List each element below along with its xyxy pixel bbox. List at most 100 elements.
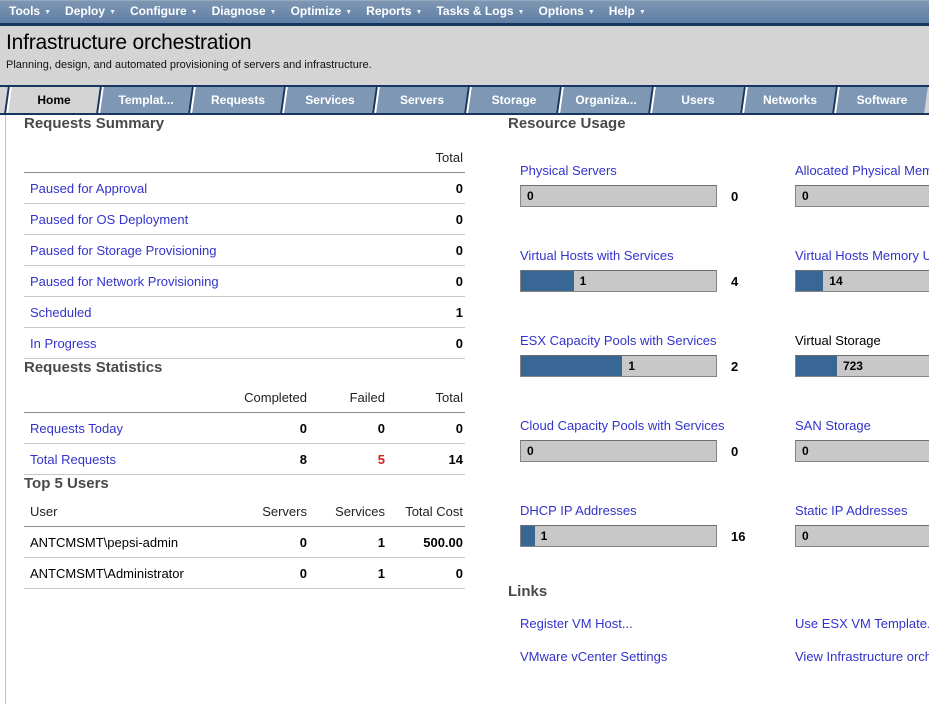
usage-bar: 0 xyxy=(795,185,929,207)
usage-bar: 1 xyxy=(520,525,717,547)
usage-bar: 723 xyxy=(795,355,929,377)
summary-value: 0 xyxy=(387,173,465,204)
resource-item-dhcp-ip: DHCP IP Addresses 1 16 xyxy=(508,502,783,547)
link-paused-for-os-deployment[interactable]: Paused for OS Deployment xyxy=(30,212,188,227)
menu-tools[interactable]: Tools▼ xyxy=(9,0,51,24)
summary-value: 0 xyxy=(387,266,465,297)
link-paused-for-approval[interactable]: Paused for Approval xyxy=(30,181,147,196)
tab-services[interactable]: Services xyxy=(282,87,376,113)
usage-bar-value: 0 xyxy=(802,529,809,543)
menu-reports[interactable]: Reports▼ xyxy=(366,0,422,24)
link-vmware-vcenter-settings[interactable]: VMware vCenter Settings xyxy=(520,649,783,664)
resource-item-san-storage: SAN Storage 0 xyxy=(783,417,929,462)
user-value: 1 xyxy=(309,558,387,589)
link-use-esx-vm-template[interactable]: Use ESX VM Template... xyxy=(795,616,929,631)
usage-bar-value: 723 xyxy=(843,359,863,373)
chevron-down-icon: ▼ xyxy=(191,9,198,16)
menu-diagnose[interactable]: Diagnose▼ xyxy=(212,0,277,24)
usage-bar-value: 14 xyxy=(829,274,842,288)
menu-options[interactable]: Options▼ xyxy=(539,0,595,24)
tab-software[interactable]: Software xyxy=(834,87,928,113)
user-value: 500.00 xyxy=(387,527,465,558)
chevron-down-icon: ▼ xyxy=(109,9,116,16)
link-in-progress[interactable]: In Progress xyxy=(30,336,96,351)
tab-bar: Home Templat... Requests Services Server… xyxy=(0,85,929,115)
table-row: In Progress 0 xyxy=(24,328,465,359)
user-value: 0 xyxy=(387,558,465,589)
usage-bar-fill xyxy=(521,356,622,376)
resource-item-allocated-physical-memory: Allocated Physical Memory 0 xyxy=(783,162,929,207)
users-user-header: User xyxy=(24,504,229,527)
link-requests-today[interactable]: Requests Today xyxy=(30,421,123,436)
link-esx-capacity-pools[interactable]: ESX Capacity Pools with Services xyxy=(520,333,717,348)
chevron-down-icon: ▼ xyxy=(416,9,423,16)
resource-item-physical-servers: Physical Servers 0 0 xyxy=(508,162,783,207)
table-row: ANTCMSMT\Administrator 0 1 0 xyxy=(24,558,465,589)
link-view-infrastructure-orchestration[interactable]: View Infrastructure orchestration xyxy=(795,649,929,664)
link-static-ip-addresses[interactable]: Static IP Addresses xyxy=(795,503,908,518)
link-cloud-capacity-pools[interactable]: Cloud Capacity Pools with Services xyxy=(520,418,724,433)
usage-bar: 14 xyxy=(795,270,929,292)
tab-networks[interactable]: Networks xyxy=(742,87,836,113)
label-virtual-storage: Virtual Storage xyxy=(795,333,881,348)
link-virtual-hosts-with-services[interactable]: Virtual Hosts with Services xyxy=(520,248,674,263)
left-column: Requests Summary Total Paused for Approv… xyxy=(24,115,465,589)
menu-help[interactable]: Help▼ xyxy=(609,0,646,24)
link-dhcp-ip-addresses[interactable]: DHCP IP Addresses xyxy=(520,503,637,518)
tab-organizations[interactable]: Organiza... xyxy=(558,87,652,113)
links-heading: Links xyxy=(508,583,929,600)
page-header: Infrastructure orchestration Planning, d… xyxy=(0,26,929,85)
usage-total-value: 2 xyxy=(731,359,738,374)
usage-bar-fill xyxy=(796,271,823,291)
link-total-requests[interactable]: Total Requests xyxy=(30,452,116,467)
user-name: ANTCMSMT\pepsi-admin xyxy=(24,527,229,558)
resource-item-static-ip: Static IP Addresses 0 xyxy=(783,502,929,547)
requests-summary-heading: Requests Summary xyxy=(24,115,465,132)
usage-bar-value: 0 xyxy=(802,189,809,203)
stats-value: 0 xyxy=(309,413,387,444)
top-users-table: User Servers Services Total Cost ANTCMSM… xyxy=(24,504,465,589)
table-row: Paused for Network Provisioning 0 xyxy=(24,266,465,297)
link-san-storage[interactable]: SAN Storage xyxy=(795,418,871,433)
link-physical-servers[interactable]: Physical Servers xyxy=(520,163,617,178)
resource-item-virtual-storage: Virtual Storage 723 xyxy=(783,332,929,377)
user-value: 0 xyxy=(229,558,309,589)
right-column: Resource Usage Physical Servers 0 0 Allo… xyxy=(508,115,929,664)
menu-optimize[interactable]: Optimize▼ xyxy=(291,0,353,24)
link-allocated-physical-memory[interactable]: Allocated Physical Memory xyxy=(795,163,929,178)
link-paused-for-storage-provisioning[interactable]: Paused for Storage Provisioning xyxy=(30,243,216,258)
resource-item-esx-capacity-pools: ESX Capacity Pools with Services 1 2 xyxy=(508,332,783,377)
link-paused-for-network-provisioning[interactable]: Paused for Network Provisioning xyxy=(30,274,219,289)
tab-templates[interactable]: Templat... xyxy=(98,87,192,113)
chevron-down-icon: ▼ xyxy=(518,9,525,16)
table-row: Scheduled 1 xyxy=(24,297,465,328)
stats-failed-value: 5 xyxy=(309,444,387,475)
menu-tasks-logs[interactable]: Tasks & Logs▼ xyxy=(436,0,524,24)
stats-value: 14 xyxy=(387,444,465,475)
tab-home[interactable]: Home xyxy=(6,87,100,113)
content-left-border xyxy=(5,115,6,704)
tab-requests[interactable]: Requests xyxy=(190,87,284,113)
resource-item-cloud-capacity-pools: Cloud Capacity Pools with Services 0 0 xyxy=(508,417,783,462)
table-row: Paused for Approval 0 xyxy=(24,173,465,204)
summary-empty-header xyxy=(24,150,387,173)
table-row: Paused for OS Deployment 0 xyxy=(24,204,465,235)
users-servers-header: Servers xyxy=(229,504,309,527)
tab-storage[interactable]: Storage xyxy=(466,87,560,113)
resource-item-virtual-hosts: Virtual Hosts with Services 1 4 xyxy=(508,247,783,292)
users-services-header: Services xyxy=(309,504,387,527)
menu-deploy[interactable]: Deploy▼ xyxy=(65,0,116,24)
page-title: Infrastructure orchestration xyxy=(6,26,929,55)
stats-value: 0 xyxy=(229,413,309,444)
link-scheduled[interactable]: Scheduled xyxy=(30,305,91,320)
user-value: 0 xyxy=(229,527,309,558)
menu-configure[interactable]: Configure▼ xyxy=(130,0,198,24)
usage-bar: 1 xyxy=(520,270,717,292)
link-register-vm-host[interactable]: Register VM Host... xyxy=(520,616,783,631)
link-virtual-hosts-memory-utilization[interactable]: Virtual Hosts Memory Utilization xyxy=(795,248,929,263)
tab-servers[interactable]: Servers xyxy=(374,87,468,113)
usage-bar-value: 0 xyxy=(527,444,534,458)
chevron-down-icon: ▼ xyxy=(270,9,277,16)
tab-users[interactable]: Users xyxy=(650,87,744,113)
usage-bar-value: 1 xyxy=(628,359,635,373)
